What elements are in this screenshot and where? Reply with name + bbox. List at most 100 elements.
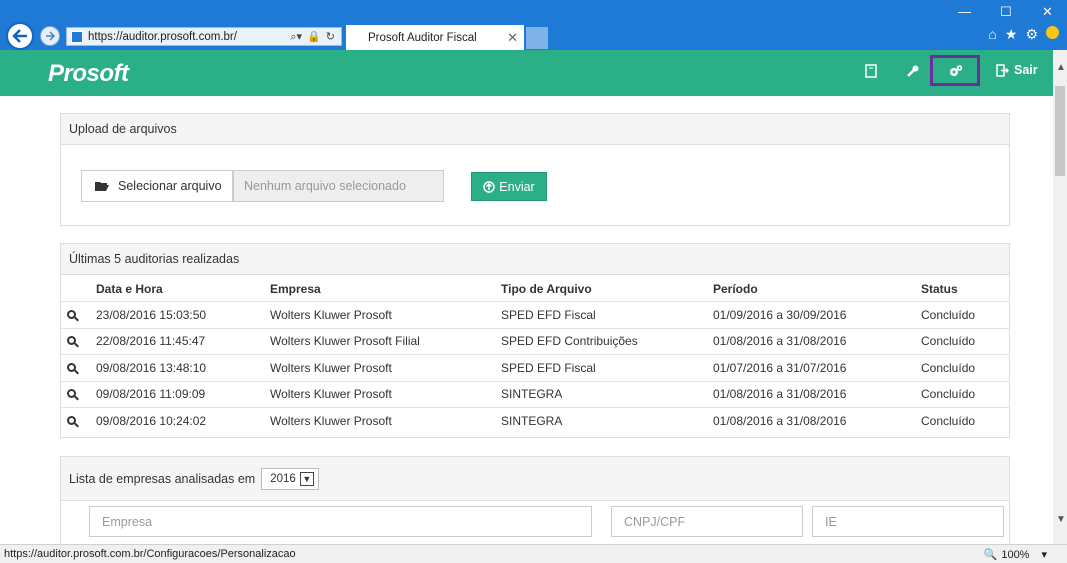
cell-company: Wolters Kluwer Prosoft	[270, 407, 501, 434]
companies-header: Lista de empresas analisadas em 2016 ▼	[61, 457, 1009, 501]
table-row: 09/08/2016 11:09:09 Wolters Kluwer Proso…	[61, 380, 1009, 408]
cell-file-type: SINTEGRA	[501, 380, 713, 408]
tab-close-icon[interactable]: ✕	[507, 30, 518, 46]
chevron-down-icon[interactable]: ▾	[1041, 548, 1047, 561]
column-header: Empresa	[270, 282, 321, 296]
status-url: https://auditor.prosoft.com.br/Configura…	[4, 548, 296, 560]
view-details-icon[interactable]	[67, 416, 76, 425]
wrench-icon[interactable]	[904, 62, 922, 80]
page-scrollbar[interactable]: ▲ ▼	[1053, 50, 1067, 544]
cell-period: 01/08/2016 a 31/08/2016	[713, 407, 921, 434]
site-favicon-icon	[71, 30, 83, 43]
audits-table: Data e Hora Empresa Tipo de Arquivo Perí…	[61, 275, 1009, 434]
audits-panel: Últimas 5 auditorias realizadas Data e H…	[60, 243, 1010, 438]
home-icon[interactable]: ⌂	[988, 26, 996, 43]
view-details-icon[interactable]	[67, 309, 76, 319]
new-tab-button[interactable]	[526, 27, 548, 49]
cell-period: 01/07/2016 a 31/07/2016	[713, 354, 921, 381]
scroll-down-icon[interactable]: ▼	[1056, 514, 1066, 525]
refresh-icon[interactable]: ↻	[326, 30, 335, 44]
book-icon[interactable]	[862, 62, 880, 80]
cell-datetime: 09/08/2016 10:24:02	[96, 407, 270, 434]
feedback-smiley-icon[interactable]	[1046, 26, 1059, 39]
scroll-up-icon[interactable]: ▲	[1056, 62, 1066, 73]
back-button[interactable]	[6, 22, 34, 50]
selected-file-field: Nenhum arquivo selecionado	[233, 170, 444, 202]
cell-status: Concluído	[921, 354, 1009, 381]
cell-datetime: 09/08/2016 11:09:09	[96, 380, 270, 408]
forward-arrow-icon	[46, 31, 55, 41]
address-url: https://auditor.prosoft.com.br/	[88, 30, 237, 43]
cell-file-type: SPED EFD Fiscal	[501, 354, 713, 381]
upload-panel: Upload de arquivos Selecionar arquivo Ne…	[60, 113, 1010, 226]
view-details-icon[interactable]	[67, 336, 76, 346]
logout-button[interactable]: Sair	[996, 63, 1038, 77]
cell-company: Wolters Kluwer Prosoft Filial	[270, 327, 501, 355]
status-bar: https://auditor.prosoft.com.br/Configura…	[0, 544, 1067, 563]
send-label: Enviar	[499, 179, 535, 194]
cell-period: 01/08/2016 a 31/08/2016	[713, 380, 921, 408]
tab-prosoft[interactable]: Prosoft Auditor Fiscal ✕	[346, 25, 524, 50]
send-button[interactable]: Enviar	[471, 172, 547, 201]
cell-status: Concluído	[921, 380, 1009, 408]
cell-period: 01/09/2016 a 30/09/2016	[713, 301, 921, 328]
column-header: Tipo de Arquivo	[501, 282, 592, 296]
cnpj-filter-input[interactable]: CNPJ/CPF	[611, 506, 803, 537]
highlight-box	[930, 55, 980, 86]
zoom-icon: 🔍	[983, 549, 998, 561]
favorites-star-icon[interactable]: ★	[1005, 26, 1018, 43]
cell-file-type: SPED EFD Contribuições	[501, 327, 713, 355]
scroll-thumb[interactable]	[1055, 86, 1065, 176]
logout-icon	[996, 63, 1009, 77]
column-header: Data e Hora	[96, 282, 163, 296]
cell-status: Concluído	[921, 301, 1009, 328]
cell-datetime: 23/08/2016 15:03:50	[96, 301, 270, 328]
view-details-icon[interactable]	[67, 362, 76, 372]
cell-file-type: SPED EFD Fiscal	[501, 301, 713, 328]
cell-company: Wolters Kluwer Prosoft	[270, 301, 501, 328]
cell-status: Concluído	[921, 327, 1009, 355]
folder-open-icon	[95, 182, 109, 191]
select-file-button[interactable]: Selecionar arquivo	[81, 170, 233, 202]
select-file-label: Selecionar arquivo	[118, 179, 222, 193]
browser-chrome: https://auditor.prosoft.com.br/ ⌕▾ 🔒 ↻ P…	[0, 0, 1067, 50]
cell-company: Wolters Kluwer Prosoft	[270, 354, 501, 381]
cell-datetime: 09/08/2016 13:48:10	[96, 354, 270, 381]
table-row: 23/08/2016 15:03:50 Wolters Kluwer Proso…	[61, 301, 1009, 328]
prosoft-logo[interactable]: Prosoft	[48, 60, 129, 88]
upload-title: Upload de arquivos	[61, 114, 1009, 145]
table-header-row: Data e Hora Empresa Tipo de Arquivo Perí…	[61, 275, 1009, 302]
year-select-value: 2016	[270, 472, 296, 485]
tab-title: Prosoft Auditor Fiscal	[368, 31, 477, 44]
cell-file-type: SINTEGRA	[501, 407, 713, 434]
cell-status: Concluído	[921, 407, 1009, 434]
lock-icon[interactable]: 🔒	[307, 30, 321, 44]
companies-panel: Lista de empresas analisadas em 2016 ▼ E…	[60, 456, 1010, 546]
ie-filter-input[interactable]: IE	[812, 506, 1004, 537]
cell-period: 01/08/2016 a 31/08/2016	[713, 327, 921, 355]
upload-circle-icon	[483, 180, 496, 193]
minimize-icon[interactable]: —	[958, 4, 971, 19]
forward-button[interactable]	[40, 26, 60, 46]
address-bar[interactable]: https://auditor.prosoft.com.br/ ⌕▾ 🔒 ↻	[66, 27, 342, 46]
table-row: 09/08/2016 13:48:10 Wolters Kluwer Proso…	[61, 354, 1009, 381]
zoom-control[interactable]: 🔍 100% ▾	[983, 548, 1047, 562]
logout-label: Sair	[1014, 63, 1038, 77]
zoom-level: 100%	[1001, 548, 1030, 561]
column-header: Período	[713, 282, 758, 296]
audits-title: Últimas 5 auditorias realizadas	[61, 244, 1009, 275]
search-icon[interactable]: ⌕▾	[290, 30, 302, 44]
year-select[interactable]: 2016 ▼	[261, 467, 319, 490]
cell-company: Wolters Kluwer Prosoft	[270, 380, 501, 408]
table-row: 22/08/2016 11:45:47 Wolters Kluwer Proso…	[61, 327, 1009, 355]
maximize-icon[interactable]: ☐	[1000, 4, 1012, 20]
back-arrow-icon	[12, 29, 27, 43]
company-filter-input[interactable]: Empresa	[89, 506, 592, 537]
companies-title: Lista de empresas analisadas em	[69, 471, 256, 486]
table-row: 09/08/2016 10:24:02 Wolters Kluwer Proso…	[61, 407, 1009, 434]
close-window-icon[interactable]: ✕	[1042, 4, 1053, 20]
settings-gear-icon[interactable]: ⚙	[1025, 26, 1038, 43]
chevron-down-icon[interactable]: ▼	[299, 471, 314, 486]
view-details-icon[interactable]	[67, 389, 76, 399]
cell-datetime: 22/08/2016 11:45:47	[96, 327, 270, 355]
